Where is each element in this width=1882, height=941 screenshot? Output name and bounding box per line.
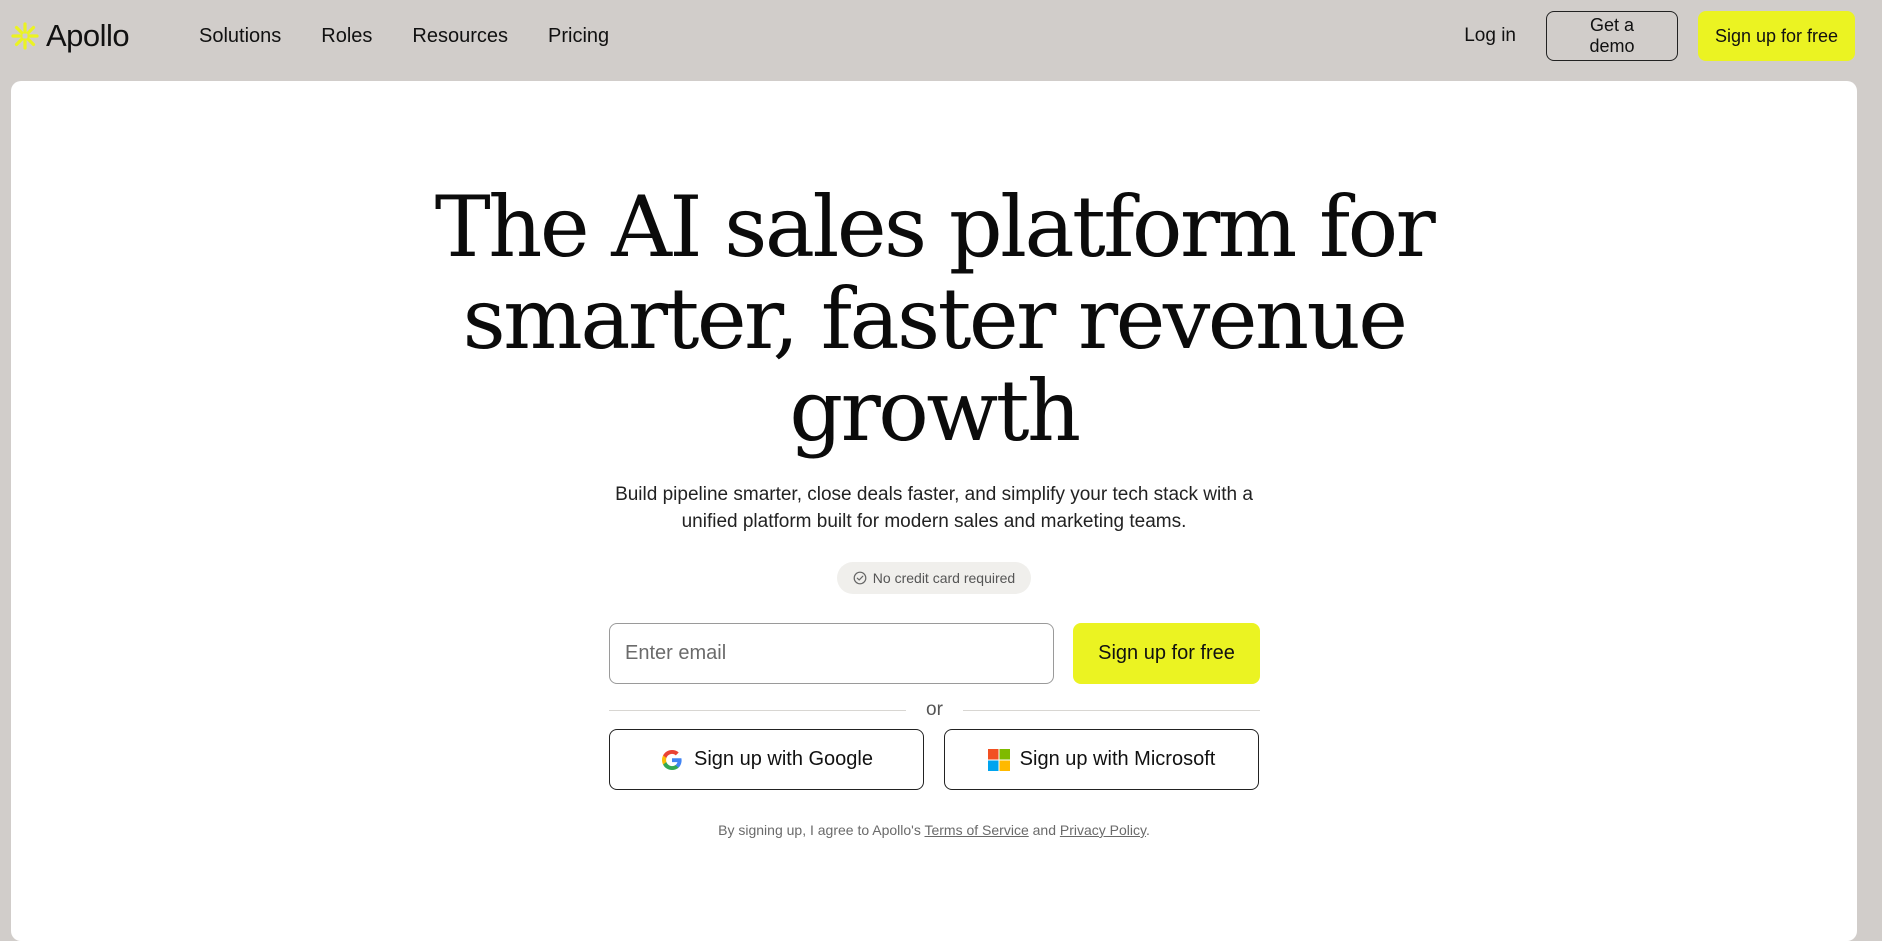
check-circle-icon bbox=[853, 571, 867, 585]
privacy-policy-link[interactable]: Privacy Policy bbox=[1060, 822, 1146, 838]
microsoft-button-label: Sign up with Microsoft bbox=[1019, 748, 1216, 770]
top-navigation-bar: Apollo Solutions Roles Resources Pricing… bbox=[0, 0, 1882, 80]
apollo-logo[interactable]: Apollo bbox=[10, 16, 130, 56]
google-button-label: Sign up with Google bbox=[693, 748, 873, 770]
or-divider: or bbox=[609, 695, 1260, 725]
legal-conjunction: and bbox=[1032, 822, 1056, 838]
headline-line: growth bbox=[789, 362, 1081, 460]
hero-subtext: Build pipeline smarter, close deals fast… bbox=[615, 484, 1253, 532]
header-signup-button[interactable]: Sign up for free bbox=[1698, 11, 1855, 61]
headline-line: The AI sales platform for bbox=[434, 178, 1436, 276]
main-nav: Solutions Roles Resources Pricing bbox=[199, 22, 609, 50]
email-input[interactable] bbox=[609, 623, 1054, 684]
get-demo-button[interactable]: Get a demo bbox=[1546, 11, 1678, 61]
sunburst-icon bbox=[10, 21, 40, 51]
login-link[interactable]: Log in bbox=[1464, 25, 1516, 47]
hero-headline: The AI sales platform for smarter, faste… bbox=[11, 181, 1857, 457]
header-actions: Log in Get a demo Sign up for free bbox=[1464, 11, 1855, 61]
legal-notice: By signing up, I agree to Apollo's Terms… bbox=[11, 822, 1857, 838]
brand-name: Apollo bbox=[46, 18, 130, 53]
nav-item-resources[interactable]: Resources bbox=[412, 22, 508, 50]
badge-label: No credit card required bbox=[872, 570, 1016, 586]
divider-line bbox=[609, 709, 907, 711]
divider-line bbox=[962, 709, 1260, 711]
no-credit-card-badge: No credit card required bbox=[837, 562, 1031, 594]
terms-of-service-link[interactable]: Terms of Service bbox=[924, 822, 1028, 838]
headline-line: smarter, faster revenue bbox=[462, 270, 1408, 368]
divider-label: or bbox=[926, 699, 943, 720]
hero-card: The AI sales platform for smarter, faste… bbox=[11, 81, 1857, 941]
legal-suffix: . bbox=[1145, 822, 1150, 838]
google-signup-button[interactable]: Sign up with Google bbox=[609, 729, 924, 790]
signup-button[interactable]: Sign up for free bbox=[1073, 623, 1260, 684]
nav-item-pricing[interactable]: Pricing bbox=[548, 22, 609, 50]
nav-item-roles[interactable]: Roles bbox=[321, 22, 372, 50]
microsoft-signup-button[interactable]: Sign up with Microsoft bbox=[944, 729, 1259, 790]
nav-item-solutions[interactable]: Solutions bbox=[199, 22, 281, 50]
microsoft-icon bbox=[987, 748, 1010, 771]
legal-prefix: By signing up, I agree to Apollo's bbox=[718, 822, 921, 838]
google-icon bbox=[660, 748, 684, 772]
